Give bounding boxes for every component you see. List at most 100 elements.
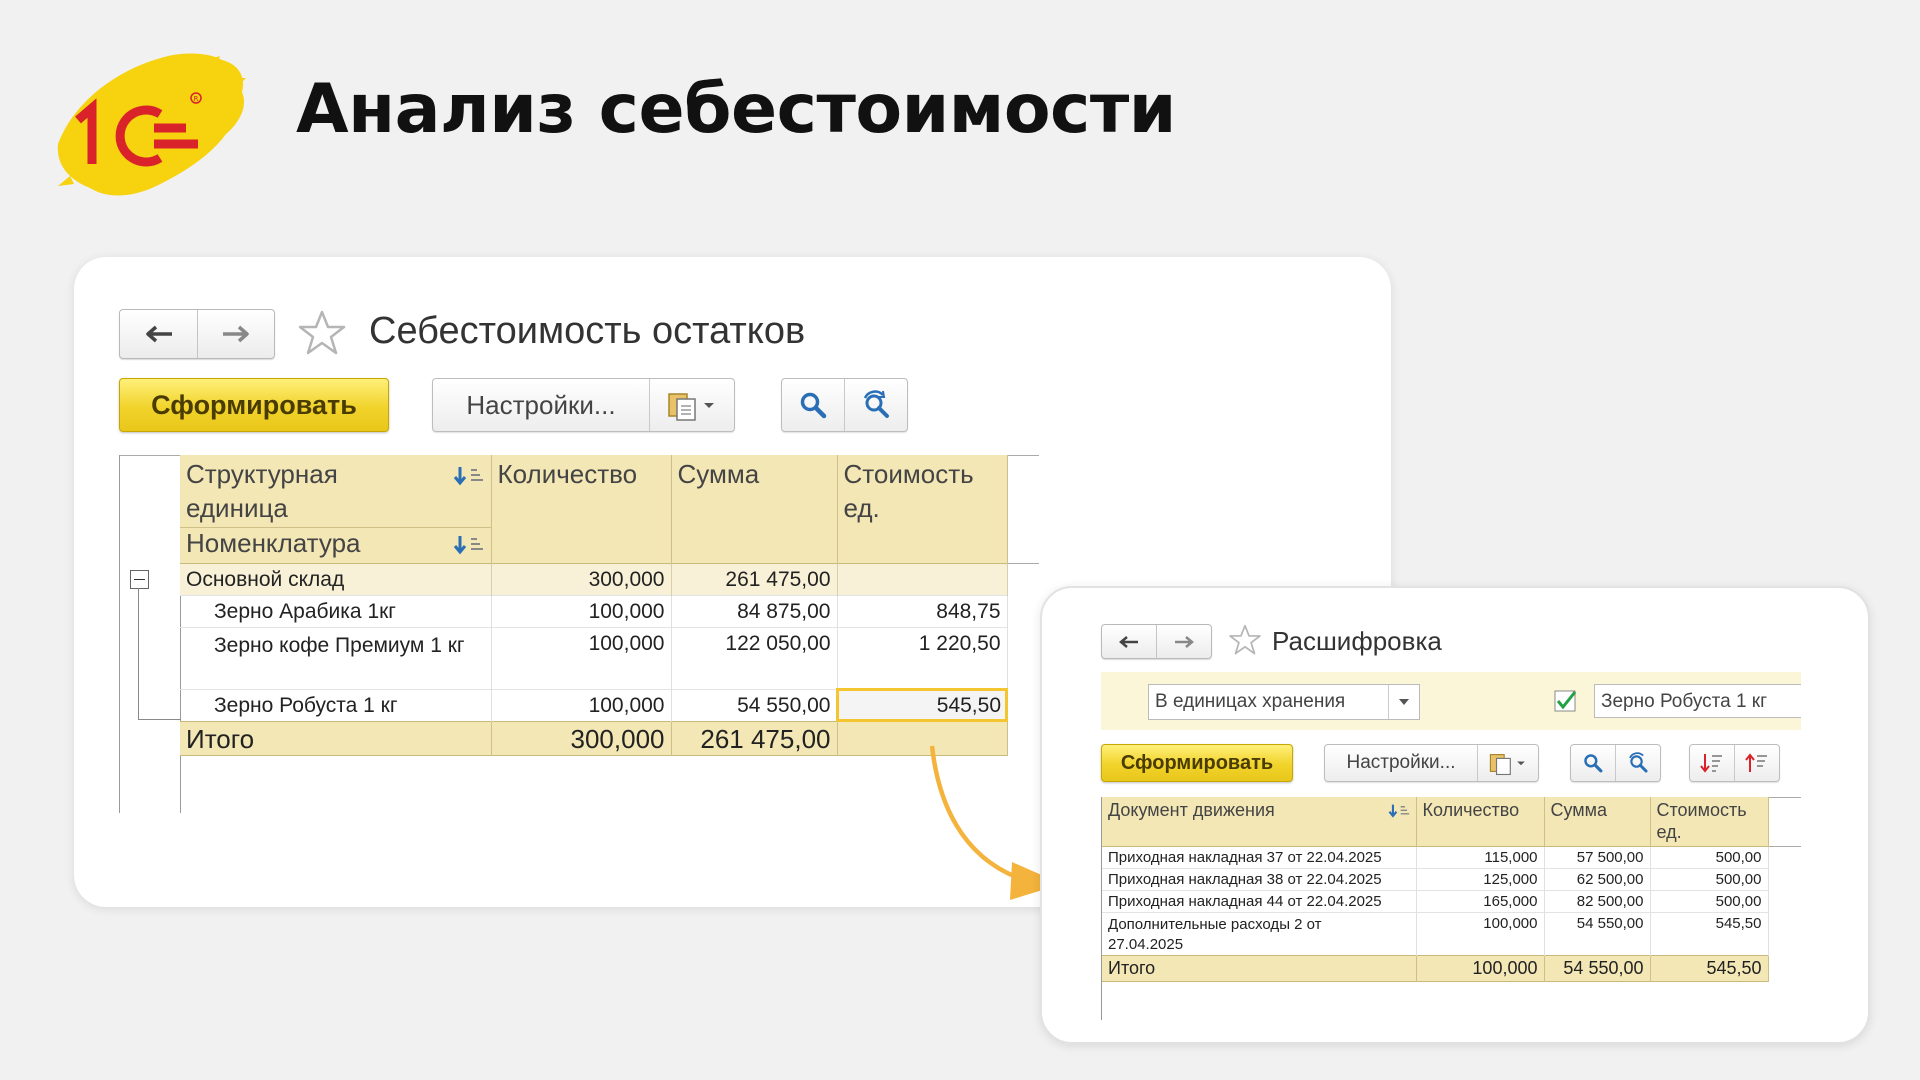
search-reset-button[interactable] [844, 379, 907, 431]
detail-settings-group: Настройки... [1324, 744, 1539, 782]
row-name: Зерно Арабика 1кг [180, 595, 492, 627]
row-quantity: 100,000 [1416, 912, 1545, 955]
row-quantity: 125,000 [1416, 868, 1545, 890]
units-select-dropdown[interactable] [1388, 685, 1419, 719]
search-reset-icon [863, 390, 889, 418]
table-row[interactable]: Зерно Арабика 1кг 100,000 84 875,00 848,… [180, 595, 1008, 627]
detail-table: Документ движения Количество Сумма Стоим… [1102, 797, 1769, 982]
total-label: Итого [1102, 955, 1417, 981]
table-row[interactable]: Зерно кофе Премиум 1 кг 100,000 122 050,… [180, 627, 1008, 689]
sort-asc-button[interactable] [1734, 745, 1779, 781]
table-row[interactable]: Приходная накладная 37 от 22.04.2025 115… [1102, 846, 1769, 868]
detail-title: Расшифровка [1272, 626, 1442, 656]
search-button[interactable] [782, 379, 844, 431]
filter-value-field[interactable]: Зерно Робуста 1 кг [1594, 684, 1801, 718]
report-variant-button[interactable] [649, 379, 734, 431]
header-unit-cost[interactable]: Стоимость ед. [837, 455, 1008, 563]
detail-search-button[interactable] [1571, 745, 1615, 781]
row-sum: 54 550,00 [671, 689, 838, 721]
slide-title: Анализ себестоимости [296, 70, 1176, 149]
total-label: Итого [180, 721, 492, 755]
sort-icon[interactable] [453, 465, 487, 487]
row-unit-cost: 500,00 [1650, 846, 1769, 868]
header-quantity[interactable]: Количество [491, 455, 672, 563]
row-quantity: 165,000 [1416, 890, 1545, 912]
detail-nav-buttons [1101, 624, 1212, 659]
detail-header-document[interactable]: Документ движения [1102, 797, 1417, 846]
total-unit-cost: 545,50 [1650, 955, 1769, 981]
report-title: Себестоимость остатков [369, 310, 806, 352]
settings-button[interactable]: Настройки... [433, 379, 649, 431]
arrow-left-icon [145, 325, 172, 343]
cost-table: Структурная единица Количество Сумма Сто… [180, 455, 1008, 756]
row-sum: 54 550,00 [1544, 912, 1651, 955]
report-variant-icon [668, 393, 714, 421]
detail-variant-button[interactable] [1477, 745, 1538, 781]
table-row[interactable]: Приходная накладная 44 от 22.04.2025 165… [1102, 890, 1769, 912]
detail-settings-button[interactable]: Настройки... [1325, 745, 1477, 781]
sort-desc-button[interactable] [1690, 745, 1734, 781]
row-name: Зерно кофе Премиум 1 кг [180, 627, 492, 689]
sort-icon[interactable] [453, 534, 487, 556]
row-document: Дополнительные расходы 2 от 27.04.2025 [1102, 912, 1417, 955]
detail-total-row: Итого 100,000 54 550,00 545,50 [1102, 955, 1769, 981]
table-group-row[interactable]: Основной склад 300,000 261 475,00 [180, 563, 1008, 595]
search-group [781, 378, 908, 432]
sort-icon[interactable] [1388, 803, 1412, 819]
arrow-right-icon [1175, 635, 1194, 648]
table-header-border [1007, 563, 1039, 564]
row-document: Приходная накладная 37 от 22.04.2025 [1102, 846, 1417, 868]
back-button[interactable] [120, 310, 197, 358]
row-unit-cost: 500,00 [1650, 868, 1769, 890]
arrow-right-icon [223, 325, 249, 343]
sort-desc-icon [1700, 754, 1722, 773]
table-row[interactable]: Зерно Робуста 1 кг 100,000 54 550,00 545… [180, 688, 1008, 722]
total-quantity: 300,000 [491, 721, 672, 755]
detail-header-sum[interactable]: Сумма [1544, 797, 1651, 846]
detail-back-button[interactable] [1102, 625, 1156, 658]
row-unit-cost: 848,75 [837, 595, 1008, 627]
row-quantity: 115,000 [1416, 846, 1545, 868]
row-quantity: 100,000 [491, 689, 672, 721]
search-icon [1584, 754, 1603, 773]
detail-header-quantity[interactable]: Количество [1416, 797, 1545, 846]
selected-unit-cost-cell[interactable]: 545,50 [836, 688, 1008, 722]
row-sum: 57 500,00 [1544, 846, 1651, 868]
group-quantity: 300,000 [491, 563, 672, 595]
row-unit-cost: 1 220,50 [837, 627, 1008, 689]
header-sum[interactable]: Сумма [671, 455, 838, 563]
settings-group: Настройки... [432, 378, 735, 432]
units-select[interactable]: В единицах хранения [1148, 684, 1420, 720]
row-name: Зерно Робуста 1 кг [180, 689, 492, 721]
detail-header-unit-cost[interactable]: Стоимость ед. [1650, 797, 1769, 846]
total-sum: 54 550,00 [1544, 955, 1651, 981]
star-icon[interactable] [1228, 623, 1262, 657]
star-icon[interactable] [297, 309, 347, 357]
total-quantity: 100,000 [1416, 955, 1545, 981]
units-select-value: В единицах хранения [1155, 691, 1346, 712]
table-total-row: Итого 300,000 261 475,00 [180, 721, 1008, 755]
detail-search-reset-button[interactable] [1615, 745, 1660, 781]
row-sum: 84 875,00 [671, 595, 838, 627]
row-sum: 82 500,00 [1544, 890, 1651, 912]
search-icon [800, 392, 827, 419]
table-row[interactable]: Приходная накладная 38 от 22.04.2025 125… [1102, 868, 1769, 890]
filter-checkbox[interactable] [1554, 690, 1578, 712]
detail-generate-button[interactable]: Сформировать [1101, 744, 1293, 782]
row-quantity: 100,000 [491, 627, 672, 689]
detail-table-header-border [1768, 846, 1801, 847]
chevron-down-icon [1399, 699, 1409, 705]
collapse-group-toggle[interactable] [130, 570, 149, 589]
detail-sort-group [1689, 744, 1780, 782]
table-row[interactable]: Дополнительные расходы 2 от 27.04.2025 1… [1102, 912, 1769, 955]
forward-button[interactable] [197, 310, 274, 358]
detail-forward-button[interactable] [1156, 625, 1211, 658]
row-quantity: 100,000 [491, 595, 672, 627]
1c-logo: R [57, 53, 246, 196]
header-structural-unit[interactable]: Структурная единица [180, 455, 492, 527]
row-sum: 62 500,00 [1544, 868, 1651, 890]
table-left-border [119, 455, 120, 813]
generate-button[interactable]: Сформировать [119, 378, 389, 432]
group-sum: 261 475,00 [671, 563, 838, 595]
header-nomenclature[interactable]: Номенклатура [180, 526, 492, 563]
